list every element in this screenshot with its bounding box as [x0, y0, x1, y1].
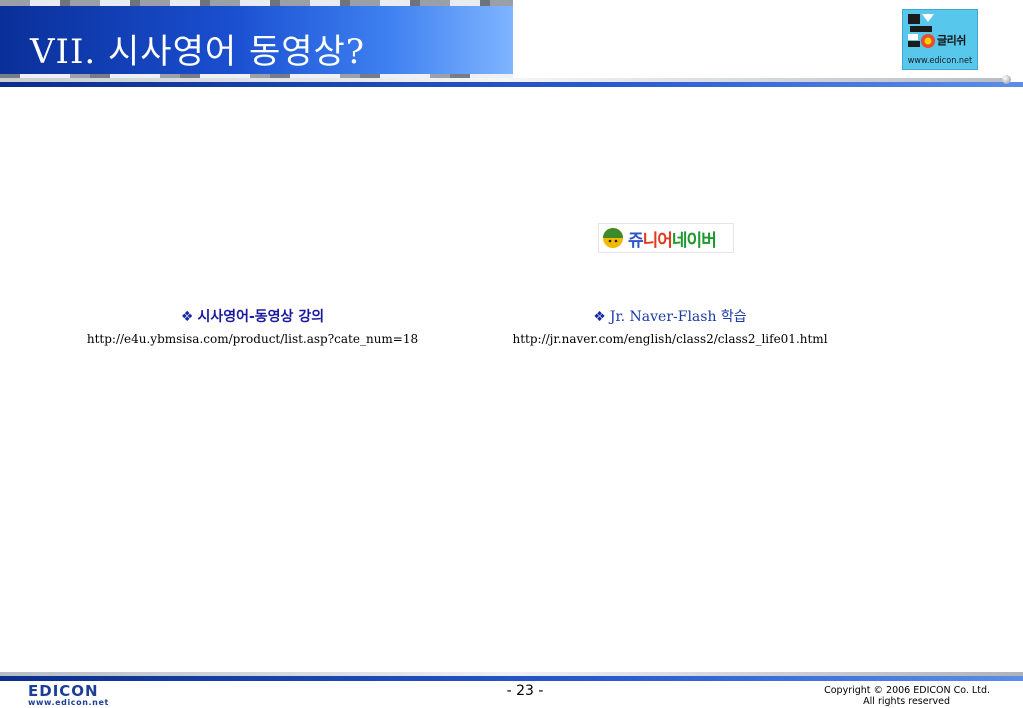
- diamond-bullet-icon: ❖: [593, 309, 606, 325]
- edicon-brand: EDICON: [28, 682, 99, 700]
- caption-naver-title-row: ❖ Jr. Naver-Flash 학습: [490, 308, 850, 326]
- copyright-line-1: Copyright © 2006 EDICON Co. Ltd.: [824, 685, 990, 696]
- logo-blocks-icon: [908, 14, 935, 48]
- caption-ybm-title-row: ❖ 시사영어-동영상 강의: [70, 308, 435, 326]
- logo-text: 글리쉬: [937, 34, 966, 47]
- edicon-url: www.edicon.net: [28, 698, 109, 707]
- footer-divider-blue: [0, 676, 1023, 681]
- wordmark-part-3: 네이버: [671, 231, 717, 251]
- junior-naver-wordmark: 쥬니어네이버: [628, 226, 717, 251]
- title-band: VII. 시사영어 동영상?: [0, 0, 513, 80]
- english-logo: 글리쉬 www.edicon.net: [902, 9, 978, 70]
- page-title: VII. 시사영어 동영상?: [30, 32, 366, 72]
- divider-dot: [1002, 75, 1011, 84]
- caption-ybm-title: 시사영어-동영상 강의: [197, 309, 325, 325]
- copyright-line-2: All rights reserved: [863, 696, 950, 707]
- caption-ybm: ❖ 시사영어-동영상 강의 http://e4u.ybmsisa.com/prod…: [70, 308, 435, 347]
- caption-naver: ❖ Jr. Naver-Flash 학습 http://jr.naver.com/…: [490, 308, 850, 347]
- edicon-logo: EDICON www.edicon.net: [28, 682, 128, 707]
- page-number: - 23 -: [506, 683, 544, 699]
- caption-naver-title: Jr. Naver-Flash 학습: [609, 309, 747, 325]
- caption-naver-url[interactable]: http://jr.naver.com/english/class2/class…: [490, 331, 850, 347]
- copyright: Copyright © 2006 EDICON Co. Ltd. All rig…: [780, 685, 990, 707]
- caption-ybm-url[interactable]: http://e4u.ybmsisa.com/product/list.asp?…: [70, 331, 435, 347]
- smiley-ball-icon: [603, 228, 623, 248]
- header-divider-blue: [0, 82, 1023, 87]
- junior-naver-logo: 쥬니어네이버: [598, 223, 734, 253]
- wordmark-part-1: 쥬: [628, 231, 644, 251]
- diamond-bullet-icon: ❖: [180, 309, 194, 325]
- wordmark-part-2: 니어: [642, 231, 673, 251]
- logo-url: www.edicon.net: [907, 56, 973, 66]
